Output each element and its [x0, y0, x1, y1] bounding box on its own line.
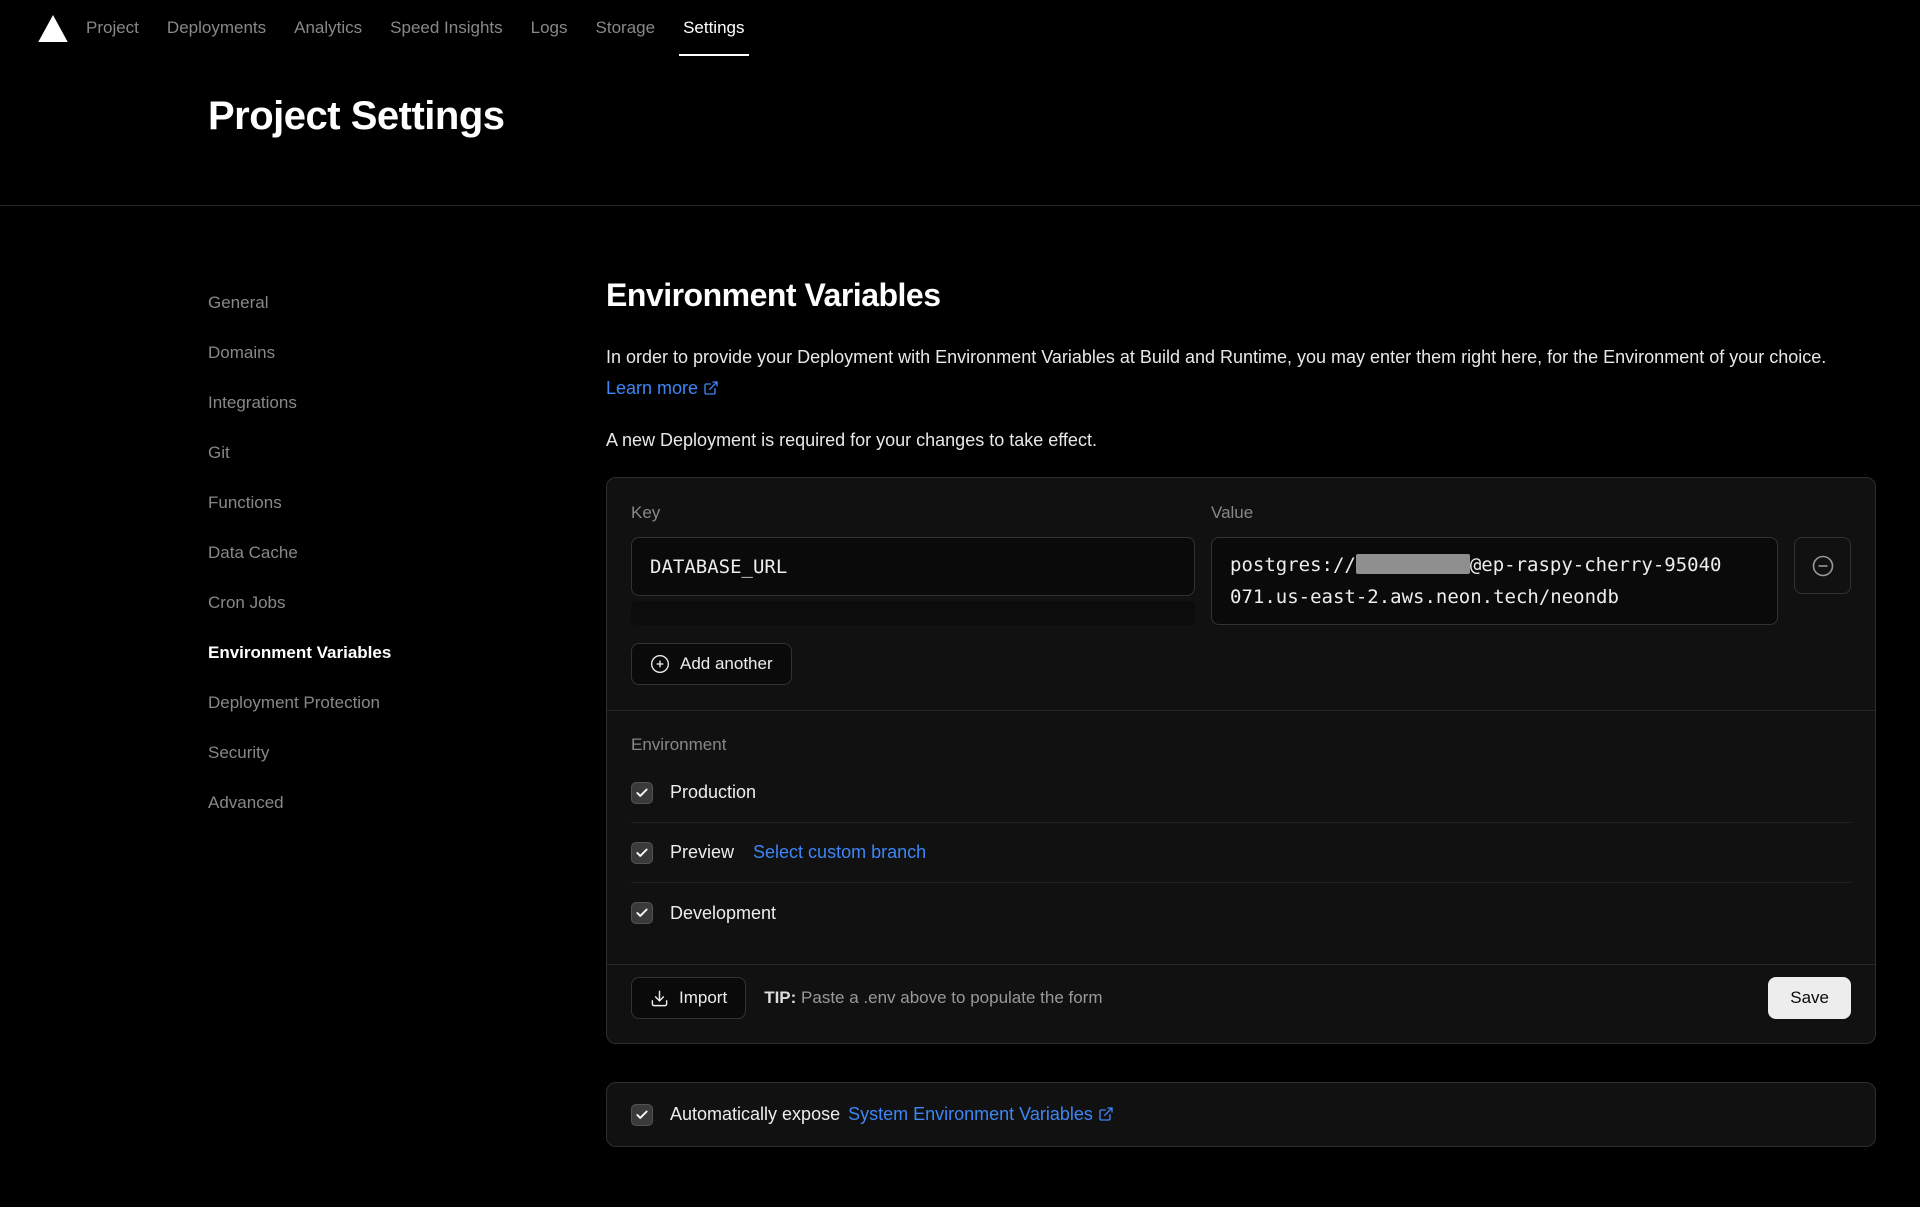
system-env-variables-link[interactable]: System Environment Variables — [848, 1104, 1114, 1125]
sidebar-item-git[interactable]: Git — [208, 428, 606, 478]
development-checkbox[interactable] — [631, 902, 653, 924]
external-link-icon — [1098, 1106, 1114, 1122]
vercel-logo-icon[interactable] — [38, 0, 68, 56]
plus-circle-icon — [650, 654, 670, 674]
main-panel: Environment Variables In order to provid… — [606, 276, 1876, 1147]
nav-item-deployments[interactable]: Deployments — [153, 0, 280, 56]
tip-label: TIP: — [764, 988, 796, 1007]
select-custom-branch-link[interactable]: Select custom branch — [753, 842, 926, 863]
development-label: Development — [670, 903, 776, 924]
section-description: In order to provide your Deployment with… — [606, 342, 1876, 404]
card-footer: Import TIP: Paste a .env above to popula… — [607, 964, 1875, 1019]
sidebar-item-deployment-protection[interactable]: Deployment Protection — [208, 678, 606, 728]
sidebar-item-integrations[interactable]: Integrations — [208, 378, 606, 428]
value-column: Value postgres:// @ep-raspy-cherry-95040 … — [1211, 502, 1778, 625]
checkmark-icon — [635, 786, 649, 800]
auto-expose-card: Automatically expose System Environment … — [606, 1082, 1876, 1147]
download-icon — [650, 989, 669, 1008]
remove-variable-button[interactable] — [1794, 537, 1851, 594]
nav-item-settings[interactable]: Settings — [669, 0, 758, 56]
redacted-value-overlay — [1356, 554, 1470, 574]
env-row-preview[interactable]: Preview Select custom branch — [631, 823, 1851, 883]
minus-circle-icon — [1811, 554, 1835, 578]
nav-item-logs[interactable]: Logs — [517, 0, 582, 56]
key-column: Key — [631, 502, 1195, 625]
sidebar-item-general[interactable]: General — [208, 278, 606, 328]
content-area: General Domains Integrations Git Functio… — [0, 206, 1920, 1147]
value-textarea[interactable]: postgres:// @ep-raspy-cherry-95040 071.us… — [1211, 537, 1778, 625]
add-another-label: Add another — [680, 654, 773, 674]
value-label: Value — [1211, 502, 1778, 523]
preview-checkbox[interactable] — [631, 842, 653, 864]
redeploy-note: A new Deployment is required for your ch… — [606, 430, 1876, 451]
value-prefix: postgres:// — [1230, 554, 1356, 576]
save-button[interactable]: Save — [1768, 977, 1851, 1019]
checkmark-icon — [635, 846, 649, 860]
intro-text: In order to provide your Deployment with… — [606, 347, 1826, 367]
checkmark-icon — [635, 1108, 649, 1122]
env-row-development[interactable]: Development — [631, 883, 1851, 943]
page-title: Project Settings — [208, 92, 1920, 140]
section-title: Environment Variables — [606, 276, 1876, 314]
tip-text: Paste a .env above to populate the form — [801, 988, 1102, 1007]
import-button[interactable]: Import — [631, 977, 746, 1019]
key-input[interactable] — [631, 537, 1195, 596]
production-checkbox[interactable] — [631, 782, 653, 804]
value-line1-suffix: @ep-raspy-cherry-95040 — [1470, 554, 1722, 576]
import-label: Import — [679, 988, 727, 1008]
learn-more-link[interactable]: Learn more — [606, 378, 719, 398]
sidebar-item-security[interactable]: Security — [208, 728, 606, 778]
sidebar-item-advanced[interactable]: Advanced — [208, 778, 606, 828]
key-label: Key — [631, 502, 1195, 523]
sidebar-item-domains[interactable]: Domains — [208, 328, 606, 378]
key-value-row: Key Value postgres:// @ep-raspy-cherry-95… — [631, 502, 1851, 625]
production-label: Production — [670, 782, 756, 803]
env-variables-card: Key Value postgres:// @ep-raspy-cherry-95… — [606, 477, 1876, 1044]
checkmark-icon — [635, 906, 649, 920]
auto-expose-checkbox[interactable] — [631, 1104, 653, 1126]
settings-sidebar: General Domains Integrations Git Functio… — [208, 276, 606, 1147]
sidebar-item-functions[interactable]: Functions — [208, 478, 606, 528]
sidebar-item-cron-jobs[interactable]: Cron Jobs — [208, 578, 606, 628]
external-link-icon — [703, 380, 719, 396]
top-nav: Project Deployments Analytics Speed Insi… — [0, 0, 1920, 56]
nav-item-storage[interactable]: Storage — [582, 0, 670, 56]
env-row-production[interactable]: Production — [631, 763, 1851, 823]
import-tip: TIP: Paste a .env above to populate the … — [764, 988, 1102, 1008]
environment-label: Environment — [631, 735, 1851, 755]
card-divider — [607, 710, 1875, 711]
page-header: Project Settings — [0, 56, 1920, 206]
preview-label: Preview — [670, 842, 734, 863]
add-another-button[interactable]: Add another — [631, 643, 792, 685]
nav-item-project[interactable]: Project — [72, 0, 153, 56]
sidebar-item-environment-variables[interactable]: Environment Variables — [208, 628, 606, 678]
nav-item-analytics[interactable]: Analytics — [280, 0, 376, 56]
key-input-secondary-row — [631, 601, 1195, 625]
nav-item-speed-insights[interactable]: Speed Insights — [376, 0, 516, 56]
auto-expose-text: Automatically expose — [670, 1104, 840, 1125]
value-line2: 071.us-east-2.aws.neon.tech/neondb — [1230, 581, 1759, 613]
sidebar-item-data-cache[interactable]: Data Cache — [208, 528, 606, 578]
